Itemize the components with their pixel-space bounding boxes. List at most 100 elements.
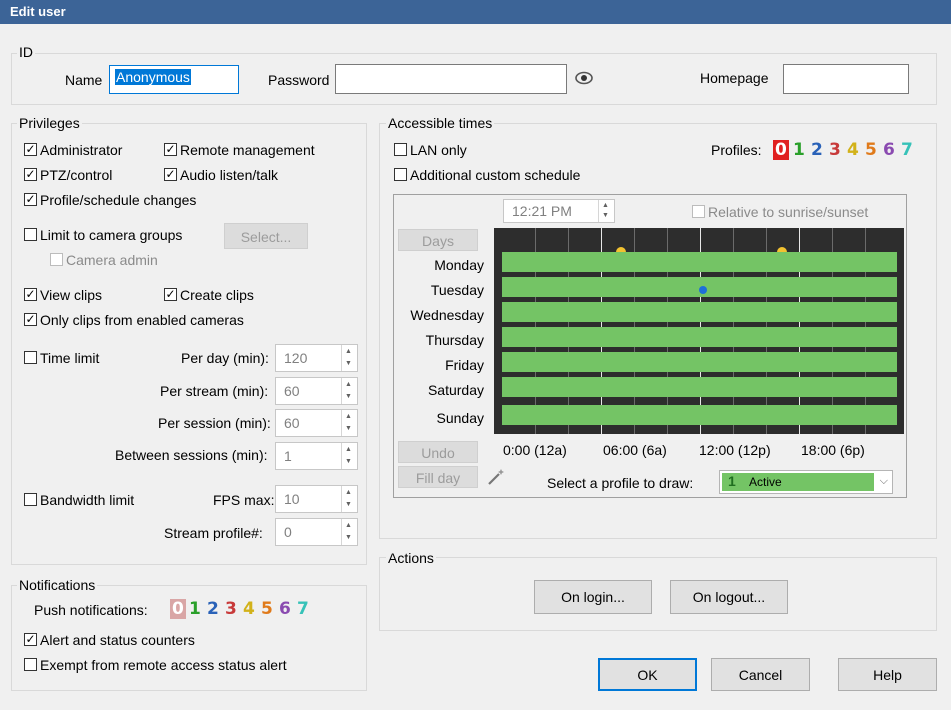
- profile-2[interactable]: 2: [811, 140, 823, 160]
- bandwidth-limit-checkbox[interactable]: [24, 493, 37, 506]
- per-session-stepper-arrows[interactable]: ▲ ▼: [341, 410, 357, 436]
- relative-sunrise-checkbox[interactable]: [692, 205, 705, 218]
- exempt-alert-label: Exempt from remote access status alert: [40, 657, 287, 673]
- day-tuesday: Tuesday: [430, 282, 484, 298]
- fill-day-button[interactable]: Fill day: [398, 466, 478, 488]
- between-sessions-stepper[interactable]: 1 ▲ ▼: [275, 442, 358, 470]
- on-login-button[interactable]: On login...: [534, 580, 652, 614]
- per-day-stepper[interactable]: 120 ▲ ▼: [275, 344, 358, 372]
- profile-5[interactable]: 5: [865, 140, 877, 160]
- current-time-marker-icon: [698, 282, 708, 294]
- on-logout-button[interactable]: On logout...: [670, 580, 788, 614]
- create-clips-checkbox[interactable]: ✓: [164, 288, 177, 301]
- chevron-down-icon: ⌵: [879, 475, 888, 487]
- schedule-bar-monday[interactable]: [502, 252, 897, 272]
- per-day-stepper-arrows[interactable]: ▲ ▼: [341, 345, 357, 371]
- stream-profile-stepper-arrows[interactable]: ▲ ▼: [341, 519, 357, 545]
- fps-max-stepper[interactable]: 10 ▲ ▼: [275, 485, 358, 513]
- administrator-checkbox[interactable]: ✓: [24, 143, 37, 156]
- push-profile-1[interactable]: 1: [189, 599, 201, 619]
- stream-profile-stepper[interactable]: 0 ▲ ▼: [275, 518, 358, 546]
- per-stream-label: Per stream (min):: [160, 383, 269, 399]
- password-input[interactable]: [335, 64, 567, 94]
- exempt-alert-checkbox[interactable]: [24, 658, 37, 671]
- privileges-legend: Privileges: [17, 115, 82, 131]
- schedule-bar-friday[interactable]: [502, 352, 897, 372]
- day-wednesday: Wednesday: [410, 307, 484, 323]
- profile-4[interactable]: 4: [847, 140, 859, 160]
- profile-3[interactable]: 3: [829, 140, 841, 160]
- profile-changes-checkbox[interactable]: ✓: [24, 193, 37, 206]
- time-limit-checkbox[interactable]: [24, 351, 37, 364]
- help-button[interactable]: Help: [838, 658, 937, 691]
- fps-max-stepper-arrows[interactable]: ▲ ▼: [341, 486, 357, 512]
- day-monday: Monday: [434, 257, 484, 273]
- view-clips-checkbox[interactable]: ✓: [24, 288, 37, 301]
- custom-schedule-label: Additional custom schedule: [410, 167, 581, 183]
- profile-dropdown-number: 1: [728, 473, 736, 489]
- schedule-bar-saturday[interactable]: [502, 377, 897, 397]
- limit-groups-checkbox[interactable]: [24, 228, 37, 241]
- profile-0[interactable]: 0: [773, 140, 789, 160]
- per-session-stepper[interactable]: 60 ▲ ▼: [275, 409, 358, 437]
- day-thursday: Thursday: [425, 332, 484, 348]
- lan-only-checkbox[interactable]: [394, 143, 407, 156]
- audio-label: Audio listen/talk: [180, 167, 279, 183]
- custom-schedule-checkbox[interactable]: [394, 168, 407, 181]
- profile-1[interactable]: 1: [793, 140, 805, 160]
- profiles-selector: 0 1 2 3 4 5 6 7: [773, 140, 919, 162]
- push-profile-5[interactable]: 5: [261, 599, 273, 619]
- ptz-control-checkbox[interactable]: ✓: [24, 168, 37, 181]
- schedule-bar-thursday[interactable]: [502, 327, 897, 347]
- alert-counters-checkbox[interactable]: ✓: [24, 633, 37, 646]
- profile-dropdown[interactable]: 1 Active ⌵: [719, 470, 893, 494]
- schedule-bar-wednesday[interactable]: [502, 302, 897, 322]
- time-stepper[interactable]: 12:21 PM ▲ ▼: [503, 199, 615, 223]
- name-value: Anonymous: [115, 69, 191, 85]
- homepage-input[interactable]: [783, 64, 909, 94]
- remote-management-label: Remote management: [180, 142, 315, 158]
- schedule-grid[interactable]: [494, 228, 904, 434]
- homepage-label: Homepage: [700, 70, 769, 86]
- time-limit-label: Time limit: [40, 350, 100, 366]
- select-groups-button[interactable]: Select...: [224, 223, 308, 249]
- view-clips-label: View clips: [40, 287, 102, 303]
- ok-button[interactable]: OK: [598, 658, 697, 691]
- push-profile-6[interactable]: 6: [279, 599, 291, 619]
- per-stream-stepper-arrows[interactable]: ▲ ▼: [341, 378, 357, 404]
- alert-counters-label: Alert and status counters: [40, 632, 195, 648]
- magic-wand-icon[interactable]: [486, 467, 506, 487]
- only-clips-checkbox[interactable]: ✓: [24, 313, 37, 326]
- push-profile-0[interactable]: 0: [170, 599, 186, 619]
- accessible-times-legend: Accessible times: [386, 115, 495, 131]
- day-sunday: Sunday: [436, 410, 484, 426]
- time-stepper-arrows[interactable]: ▲ ▼: [598, 200, 614, 222]
- per-stream-stepper[interactable]: 60 ▲ ▼: [275, 377, 358, 405]
- time-label-18: 18:00 (6p): [801, 442, 865, 458]
- camera-admin-label: Camera admin: [66, 252, 158, 268]
- per-day-value: 120: [284, 350, 308, 366]
- per-stream-value: 60: [284, 383, 300, 399]
- time-label-0: 0:00 (12a): [503, 442, 567, 458]
- sunset-icon: [775, 241, 789, 257]
- show-password-eye-icon[interactable]: [574, 70, 594, 86]
- actions-group: [379, 557, 937, 631]
- push-profile-3[interactable]: 3: [225, 599, 237, 619]
- ptz-control-label: PTZ/control: [40, 167, 113, 183]
- profile-7[interactable]: 7: [901, 140, 913, 160]
- between-sessions-stepper-arrows[interactable]: ▲ ▼: [341, 443, 357, 469]
- name-input[interactable]: Anonymous: [109, 65, 239, 94]
- undo-button[interactable]: Undo: [398, 441, 478, 463]
- fps-max-value: 10: [284, 491, 300, 507]
- schedule-bar-sunday[interactable]: [502, 405, 897, 425]
- audio-checkbox[interactable]: ✓: [164, 168, 177, 181]
- profile-6[interactable]: 6: [883, 140, 895, 160]
- window-title: Edit user: [0, 0, 951, 24]
- days-button[interactable]: Days: [398, 229, 478, 251]
- cancel-button[interactable]: Cancel: [711, 658, 810, 691]
- camera-admin-checkbox[interactable]: [50, 253, 63, 266]
- push-profile-2[interactable]: 2: [207, 599, 219, 619]
- push-profile-4[interactable]: 4: [243, 599, 255, 619]
- push-profile-7[interactable]: 7: [297, 599, 309, 619]
- remote-management-checkbox[interactable]: ✓: [164, 143, 177, 156]
